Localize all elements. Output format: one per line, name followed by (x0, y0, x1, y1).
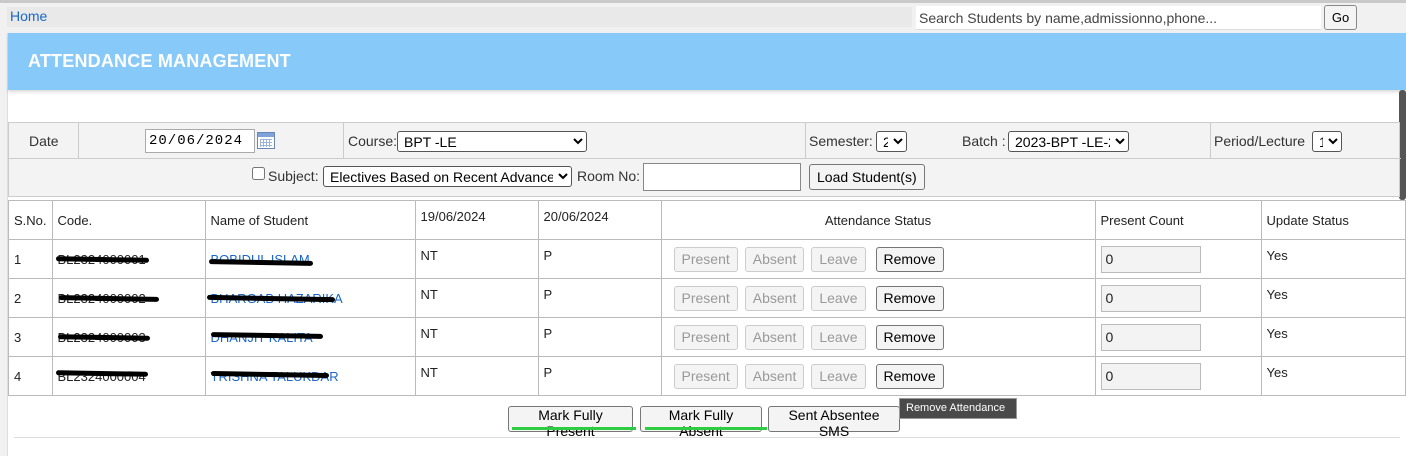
remove-button[interactable]: Remove (875, 246, 944, 272)
batch-label: Batch : (962, 133, 1006, 149)
col-name: Name of Student (204, 200, 416, 240)
col-update-status: Update Status (1260, 200, 1406, 240)
course-label: Course: (348, 133, 398, 149)
row-day-1: NT (414, 356, 539, 396)
row-code: BL2324000004 (51, 356, 206, 396)
remove-attendance-tooltip: Remove Attendance (899, 398, 1017, 419)
col-attendance-status: Attendance Status (660, 200, 1096, 240)
table-row: 2 BL2324000002 BHARGAB HAZARIKA NT P Pre… (8, 278, 1406, 318)
absent-button[interactable]: Absent (744, 363, 805, 389)
absent-button[interactable]: Absent (744, 324, 805, 350)
remove-button[interactable]: Remove (875, 324, 944, 350)
highlight-underline (512, 427, 636, 430)
present-button[interactable]: Present (673, 324, 738, 350)
semester-select[interactable]: 2 (876, 131, 907, 152)
table-row: 4 BL2324000004 TRISHNA TALUKDAR NT P Pre… (8, 356, 1406, 396)
table-header-row: S.No. Code. Name of Student 19/06/2024 2… (8, 200, 1406, 240)
row-sno: 1 (8, 239, 53, 279)
room-input[interactable] (643, 163, 801, 191)
subject-select[interactable]: Electives Based on Recent Advance (323, 166, 572, 187)
row-actions: Present Absent Leave Remove (660, 317, 1096, 357)
present-count-input[interactable]: 0 (1100, 284, 1201, 312)
absent-button[interactable]: Absent (744, 246, 805, 272)
filter-form: Date Course: BPT -LE Semester: 2 Batch :… (8, 122, 1401, 197)
semester-label: Semester: (809, 133, 873, 149)
present-button[interactable]: Present (673, 285, 738, 311)
subject-checkbox[interactable] (252, 167, 265, 180)
leave-button[interactable]: Leave (811, 285, 866, 311)
col-sno: S.No. (8, 200, 53, 240)
top-border (0, 0, 1406, 3)
highlight-underline (645, 427, 767, 430)
row-actions: Present Absent Leave Remove (660, 278, 1096, 318)
row-actions: Present Absent Leave Remove (660, 239, 1096, 279)
row-day-2: P (537, 278, 662, 318)
subject-label: Subject: (268, 168, 319, 184)
date-label: Date (29, 133, 59, 149)
period-select[interactable]: 1 (1312, 131, 1342, 152)
search-input[interactable] (916, 6, 1321, 30)
row-sno: 2 (8, 278, 53, 318)
row-code: BL2324000003 (51, 317, 206, 357)
row-day-1: NT (414, 278, 539, 318)
room-label: Room No: (577, 168, 641, 184)
remove-button[interactable]: Remove (875, 285, 944, 311)
row-sno: 3 (8, 317, 53, 357)
row-count: 0 (1094, 278, 1262, 318)
leave-button[interactable]: Leave (811, 324, 866, 350)
date-label-cell: Date (9, 123, 79, 159)
row-status: Yes (1260, 239, 1406, 279)
col-date-1: 19/06/2024 (414, 200, 539, 240)
row-code: BL2324000002 (51, 278, 206, 318)
row-status: Yes (1260, 356, 1406, 396)
batch-select[interactable]: 2023-BPT -LE-2 (1008, 131, 1129, 152)
period-label: Period/Lecture (1214, 133, 1306, 149)
breadcrumb: Home (7, 7, 912, 27)
present-count-input[interactable]: 0 (1100, 323, 1201, 351)
sent-absentee-sms-button[interactable]: Sent Absentee SMS (768, 406, 900, 439)
row-status: Yes (1260, 317, 1406, 357)
row-count: 0 (1094, 317, 1262, 357)
row-day-2: P (537, 356, 662, 396)
attendance-table: S.No. Code. Name of Student 19/06/2024 2… (8, 200, 1406, 396)
row-name: BHARGAB HAZARIKA (204, 278, 416, 318)
col-date-2: 20/06/2024 (537, 200, 662, 240)
row-actions: Present Absent Leave Remove (660, 356, 1096, 396)
calendar-icon[interactable] (257, 132, 275, 149)
leave-button[interactable]: Leave (811, 363, 866, 389)
home-link[interactable]: Home (10, 8, 47, 24)
col-present-count: Present Count (1094, 200, 1262, 240)
row-name: DHANJIT KALITA (204, 317, 416, 357)
row-day-2: P (537, 239, 662, 279)
row-name: TRISHNA TALUKDAR (204, 356, 416, 396)
row-day-1: NT (414, 239, 539, 279)
row-status: Yes (1260, 278, 1406, 318)
present-count-input[interactable]: 0 (1100, 245, 1201, 273)
row-count: 0 (1094, 239, 1262, 279)
row-sno: 4 (8, 356, 53, 396)
col-code: Code. (51, 200, 206, 240)
present-button[interactable]: Present (673, 363, 738, 389)
date-input[interactable] (145, 129, 255, 153)
row-day-2: P (537, 317, 662, 357)
table-row: 1 BL2324000001 BOBIDUL ISLAM NT P Presen… (8, 239, 1406, 279)
row-count: 0 (1094, 356, 1262, 396)
absent-button[interactable]: Absent (744, 285, 805, 311)
present-button[interactable]: Present (673, 246, 738, 272)
remove-button[interactable]: Remove (875, 363, 944, 389)
course-select[interactable]: BPT -LE (397, 131, 587, 152)
row-name: BOBIDUL ISLAM (204, 239, 416, 279)
panel-header: ATTENDANCE MANAGEMENT (8, 33, 1406, 90)
row-code: BL2324000001 (51, 239, 206, 279)
page-title: ATTENDANCE MANAGEMENT (28, 51, 291, 71)
present-count-input[interactable]: 0 (1100, 362, 1201, 390)
load-students-button[interactable]: Load Student(s) (809, 164, 925, 190)
leave-button[interactable]: Leave (811, 246, 866, 272)
table-row: 3 BL2324000003 DHANJIT KALITA NT P Prese… (8, 317, 1406, 357)
go-button[interactable]: Go (1324, 5, 1357, 30)
row-day-1: NT (414, 317, 539, 357)
